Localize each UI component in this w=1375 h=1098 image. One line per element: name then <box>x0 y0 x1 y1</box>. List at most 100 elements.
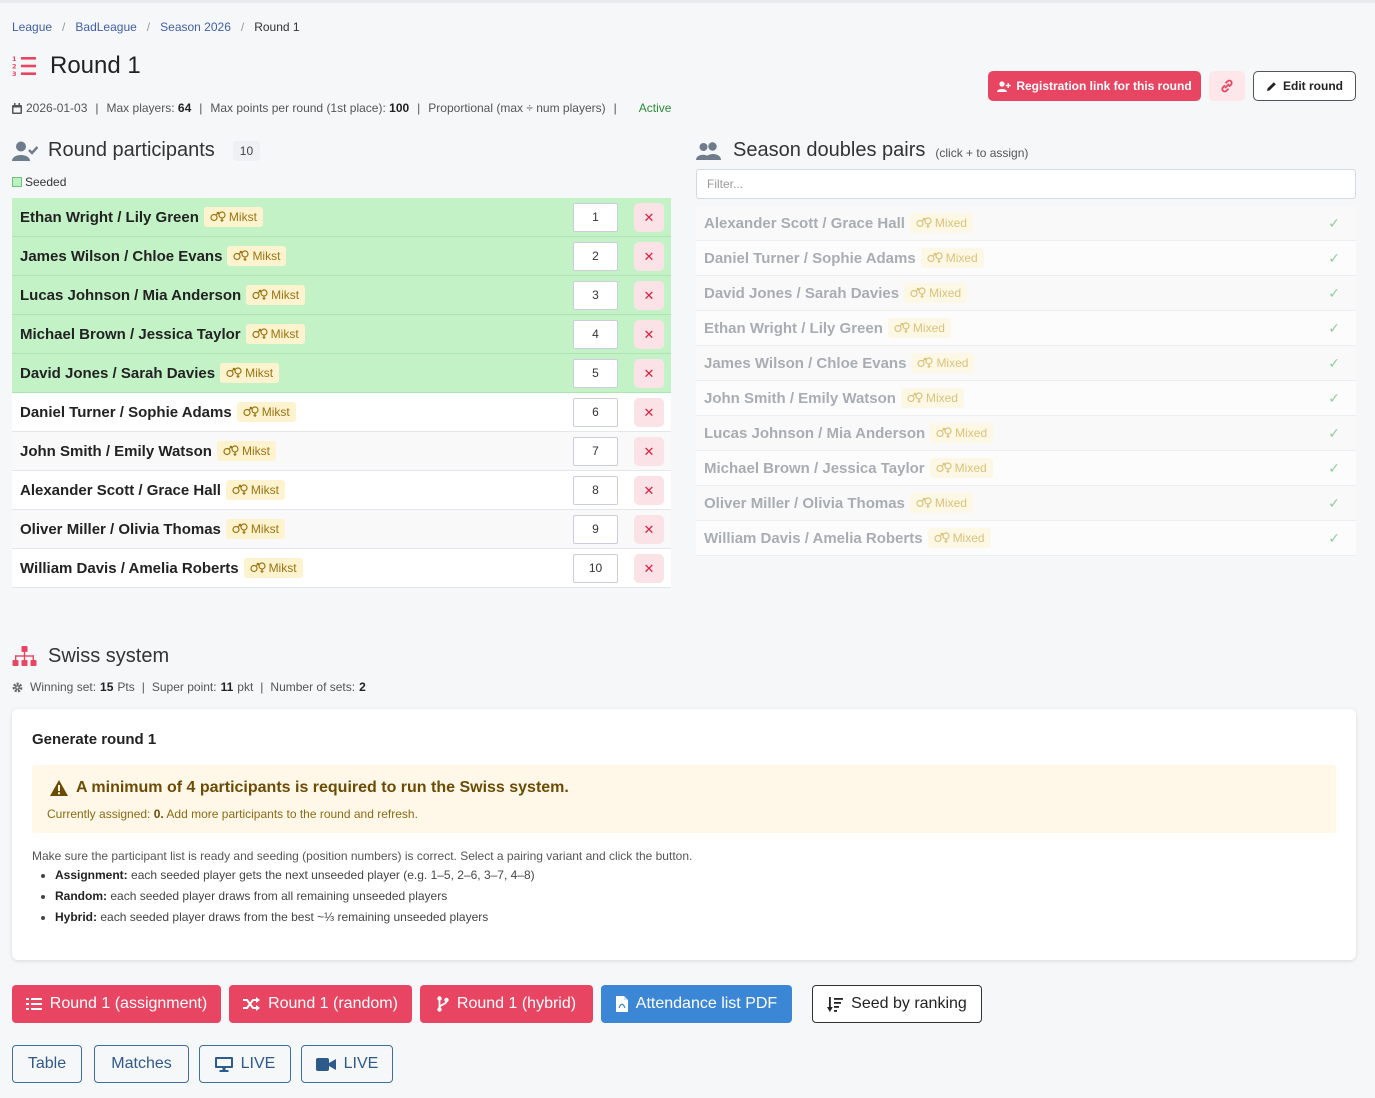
gender-icon <box>907 391 926 405</box>
top-border <box>0 0 1375 3</box>
participant-name: James Wilson / Chloe Evans <box>20 247 223 265</box>
seed-number-input[interactable]: 6 <box>573 398 618 427</box>
matches-button[interactable]: Matches <box>94 1045 189 1083</box>
round-assignment-button[interactable]: Round 1 (assignment) <box>12 985 221 1023</box>
mixed-badge: Mikst <box>225 480 285 500</box>
breadcrumb-season[interactable]: Season 2026 <box>160 20 231 34</box>
seed-by-ranking-button[interactable]: Seed by ranking <box>812 985 982 1023</box>
remove-participant-button[interactable]: ✕ <box>634 554 664 583</box>
svg-text:3: 3 <box>12 70 17 77</box>
table-row: Lucas Johnson / Mia Anderson Mikst 3 ✕ <box>12 276 671 315</box>
file-pdf-icon <box>615 996 628 1012</box>
gender-icon <box>243 405 262 419</box>
mixed-badge: Mixed <box>909 213 973 233</box>
gender-icon <box>916 496 935 510</box>
remove-participant-button[interactable]: ✕ <box>634 398 664 427</box>
seed-number-input[interactable]: 7 <box>573 437 618 466</box>
check-icon: ✓ <box>1328 320 1340 336</box>
seed-number-input[interactable]: 2 <box>573 242 618 271</box>
remove-participant-button[interactable]: ✕ <box>634 203 664 232</box>
mixed-badge: Mikst <box>227 246 287 266</box>
edit-round-button[interactable]: Edit round <box>1253 71 1356 101</box>
remove-participant-button[interactable]: ✕ <box>634 242 664 271</box>
mixed-badge-label: Mikst <box>252 249 281 263</box>
link-icon <box>1220 79 1234 93</box>
variant-list: Assignment: each seeded player gets the … <box>32 867 535 930</box>
user-plus-icon <box>997 80 1012 92</box>
list-item[interactable]: Alexander Scott / Grace Hall Mixed ✓ <box>696 206 1356 241</box>
mixed-badge: Mikst <box>246 285 306 305</box>
list-item[interactable]: Ethan Wright / Lily Green Mixed ✓ <box>696 311 1356 346</box>
sets-value: 2 <box>359 680 366 694</box>
copy-link-button[interactable] <box>1209 71 1245 101</box>
matches-label: Matches <box>111 1055 172 1072</box>
pair-name: Ethan Wright / Lily Green <box>704 319 883 337</box>
list-item[interactable]: David Jones / Sarah Davies Mixed ✓ <box>696 276 1356 311</box>
round-random-button[interactable]: Round 1 (random) <box>229 985 412 1023</box>
mixed-badge-label: Mixed <box>925 391 958 405</box>
close-icon: ✕ <box>643 248 655 264</box>
remove-participant-button[interactable]: ✕ <box>634 437 664 466</box>
meta-divider: | <box>417 101 421 115</box>
seed-number-input[interactable]: 4 <box>573 320 618 349</box>
seed-number-input[interactable]: 9 <box>573 515 618 544</box>
live-display-button[interactable]: LIVE <box>199 1045 291 1083</box>
list-item[interactable]: Lucas Johnson / Mia Anderson Mixed ✓ <box>696 416 1356 451</box>
list-item[interactable]: Michael Brown / Jessica Taylor Mixed ✓ <box>696 451 1356 486</box>
seed-number-input[interactable]: 10 <box>573 554 618 583</box>
live-video-button[interactable]: LIVE <box>301 1045 393 1083</box>
table-label: Table <box>27 1055 67 1072</box>
seed-number-input[interactable]: 3 <box>573 281 618 310</box>
round-hybrid-button[interactable]: Round 1 (hybrid) <box>420 985 593 1023</box>
list-item[interactable]: Daniel Turner / Sophie Adams Mixed ✓ <box>696 241 1356 276</box>
breadcrumb-badleague[interactable]: BadLeague <box>75 20 136 34</box>
seeded-swatch <box>12 177 22 187</box>
mixed-badge-label: Mikst <box>250 483 279 497</box>
mixed-badge-label: Mixed <box>945 251 978 265</box>
list-item[interactable]: William Davis / Amelia Roberts Mixed ✓ <box>696 521 1356 556</box>
seeded-legend: Seeded <box>12 175 66 189</box>
gender-icon <box>917 356 936 370</box>
attendance-pdf-button[interactable]: Attendance list PDF <box>601 985 792 1023</box>
breadcrumb-separator: / <box>240 20 245 34</box>
breadcrumb-league[interactable]: League <box>12 20 52 34</box>
mixed-badge: Mikst <box>203 207 263 227</box>
participant-name: David Jones / Sarah Davies <box>20 364 216 382</box>
gender-icon <box>252 327 271 341</box>
check-icon: ✓ <box>1328 355 1340 371</box>
table-button[interactable]: Table <box>12 1045 82 1083</box>
super-point-unit: pkt <box>237 680 254 694</box>
list-item[interactable]: Oliver Miller / Olivia Thomas Mixed ✓ <box>696 486 1356 521</box>
seed-number-input[interactable]: 5 <box>573 359 618 388</box>
edit-round-label: Edit round <box>1283 79 1343 93</box>
remove-participant-button[interactable]: ✕ <box>634 515 664 544</box>
generate-description: Make sure the participant list is ready … <box>32 849 693 863</box>
participant-name: Daniel Turner / Sophie Adams <box>20 403 232 421</box>
check-icon: ✓ <box>1328 460 1340 476</box>
mixed-badge-label: Mixed <box>952 531 985 545</box>
participant-name: Oliver Miller / Olivia Thomas <box>20 520 221 538</box>
max-points-value: 100 <box>389 101 410 115</box>
status-badge: Active <box>638 101 672 115</box>
mixed-badge: Mixed <box>904 283 968 303</box>
remove-participant-button[interactable]: ✕ <box>634 476 664 505</box>
list-item[interactable]: John Smith / Emily Watson Mixed ✓ <box>696 381 1356 416</box>
remove-participant-button[interactable]: ✕ <box>634 281 664 310</box>
registration-link-button[interactable]: Registration link for this round <box>988 71 1201 101</box>
list-item[interactable]: James Wilson / Chloe Evans Mixed ✓ <box>696 346 1356 381</box>
meta-divider: | <box>199 101 203 115</box>
pair-name: Alexander Scott / Grace Hall <box>704 214 905 232</box>
seed-number-input[interactable]: 8 <box>573 476 618 505</box>
participants-header: Round participants 10 <box>12 139 261 162</box>
sort-icon <box>827 996 844 1012</box>
remove-participant-button[interactable]: ✕ <box>634 320 664 349</box>
shuffle-icon <box>243 997 261 1011</box>
pairs-filter-input[interactable]: Filter... <box>696 169 1356 199</box>
variant-text: each seeded player gets the next unseede… <box>131 868 535 882</box>
breadcrumb-current: Round 1 <box>254 20 300 34</box>
remove-participant-button[interactable]: ✕ <box>634 359 664 388</box>
warning-title-row: A minimum of 4 participants is required … <box>50 779 569 797</box>
assigned-value: 0. <box>153 807 164 821</box>
mixed-badge: Mixed <box>920 248 984 268</box>
seed-number-input[interactable]: 1 <box>573 203 618 232</box>
